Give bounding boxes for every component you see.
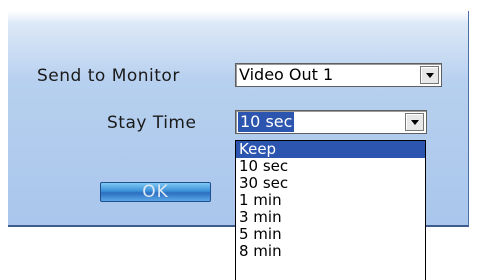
chevron-down-icon: [426, 73, 434, 78]
dropdown-option-3-min[interactable]: 3 min: [236, 209, 425, 226]
dropdown-option-keep[interactable]: Keep: [236, 141, 425, 158]
stay-time-select[interactable]: 10 sec: [235, 110, 427, 134]
stay-time-label: Stay Time: [107, 113, 197, 133]
stay-time-dropdown-list: Keep 10 sec 30 sec 1 min 3 min 5 min 8 m…: [235, 140, 426, 280]
send-to-monitor-dropdown-button[interactable]: [420, 66, 439, 84]
stay-time-dropdown-button[interactable]: [405, 113, 424, 131]
stay-time-value: 10 sec: [238, 112, 295, 132]
ok-button[interactable]: OK: [100, 182, 211, 202]
chevron-down-icon: [411, 120, 419, 125]
dropdown-option-1-min[interactable]: 1 min: [236, 192, 425, 209]
dropdown-option-8-min[interactable]: 8 min: [236, 243, 425, 260]
dropdown-option-5-min[interactable]: 5 min: [236, 226, 425, 243]
send-to-monitor-label: Send to Monitor: [37, 66, 180, 86]
send-to-monitor-select[interactable]: Video Out 1: [235, 63, 442, 87]
dropdown-option-30-sec[interactable]: 30 sec: [236, 175, 425, 192]
send-to-monitor-value: Video Out 1: [239, 65, 334, 84]
dropdown-option-10-sec[interactable]: 10 sec: [236, 158, 425, 175]
